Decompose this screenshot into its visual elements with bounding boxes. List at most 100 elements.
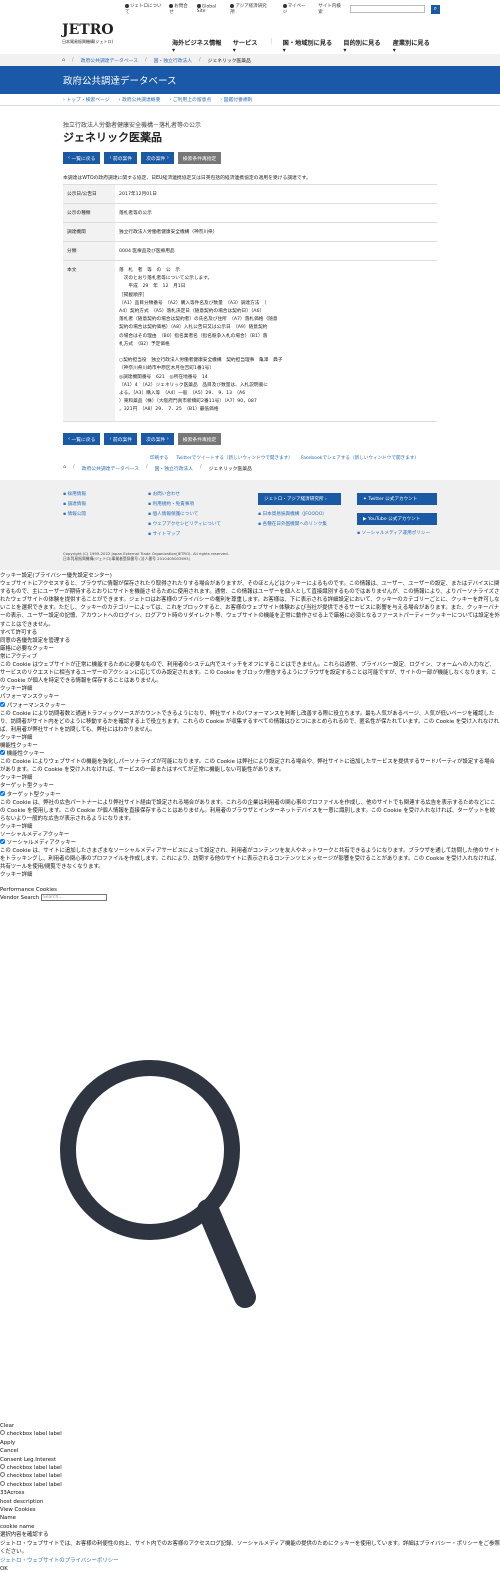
apply-button[interactable]: Apply: [0, 1439, 500, 1447]
table-row: 本文落 札 者 等 の 公 示 次のとおり落札者等について公示します。 平成 2…: [63, 260, 437, 422]
jetro-logo[interactable]: JETRO 日本貿易振興機構(ジェトロ): [62, 22, 132, 48]
table-key: 分類: [63, 242, 115, 260]
allow-all-button[interactable]: すべて許可する: [0, 629, 500, 637]
prev-item-button[interactable]: ‹ 前の案件: [104, 152, 138, 164]
footer-link[interactable]: ▪ 情報公開: [63, 510, 86, 520]
footer-link-label: サイトマップ: [152, 532, 181, 537]
facebook-share-link[interactable]: Facebookでシェアする（新しいウィンドウで開きます）: [301, 455, 419, 461]
site-search-label: サイト内検索: [318, 4, 341, 15]
youtube-account-button[interactable]: ▶ YouTube 公式アカウント: [357, 513, 437, 525]
breadcrumb-link-agency[interactable]: 国・独立行政法人: [154, 57, 192, 64]
name-label: Name: [0, 1515, 16, 1522]
checkbox-label: checkbox label label: [6, 1473, 62, 1480]
strict-cookie-desc: この Cookie はウェブサイトが正常に機能するために必要なもので、利用者のシ…: [0, 662, 497, 685]
print-link[interactable]: 印刷する: [150, 455, 168, 461]
gnav-item-country[interactable]: 国・地域別に見る ▾: [283, 38, 334, 54]
util-ide-link[interactable]: アジア経済研究所: [230, 3, 268, 15]
footer-link[interactable]: ▪ ウェブアクセシビリティについて: [148, 520, 221, 530]
footer-link[interactable]: ▪ サイトマップ: [148, 530, 221, 540]
perf-cookie-desc: この Cookie により訪問者数と通過トラフィックソースがカウントできるように…: [0, 710, 500, 733]
site-search-input[interactable]: [349, 5, 425, 13]
func-cookie-checkbox[interactable]: [0, 750, 5, 756]
search-button[interactable]: ⌕: [430, 4, 440, 14]
back-to-list-button[interactable]: ‹ 一覧に戻る: [63, 152, 101, 164]
next-item-button[interactable]: 次の案件 ›: [141, 152, 174, 164]
back-to-list-button[interactable]: ‹ 一覧に戻る: [63, 433, 101, 445]
button-label: 次の案件: [146, 437, 166, 443]
social-cookie-desc: この Cookie は、サイトに追加したさまざまなソーシャルメディアサービスによ…: [0, 848, 500, 871]
breadcrumb-link-db[interactable]: 政府公共調達データベース: [82, 465, 139, 472]
cookie-details-link[interactable]: クッキー詳細: [0, 871, 500, 879]
footer-link[interactable]: ▪ 各種在日外国機関へのリンク集: [258, 520, 327, 530]
breadcrumb: ⌂ / 政府公共調達データベース / 国・独立行政法人 / ジェネリック医薬品: [0, 54, 500, 66]
gnav-item-service[interactable]: サービス ▾: [232, 38, 261, 54]
cookie-details-link[interactable]: クッキー詳細: [0, 774, 500, 782]
ok-button[interactable]: OK: [0, 1565, 500, 1573]
next-item-button[interactable]: 次の案件 ›: [141, 433, 174, 445]
twitter-share-link[interactable]: Twitterでツイートする（新しいウィンドウで開きます）: [176, 455, 292, 461]
util-contact-link[interactable]: お問合せ: [169, 3, 191, 15]
gnav-label: サービス: [232, 40, 258, 47]
footer-link[interactable]: ▪ お問い合わせ: [148, 490, 221, 500]
func-cookie-desc: この Cookie によりウェブサイトの機能を強化しパーソナライズが可能になりま…: [0, 759, 495, 774]
cookie-intro: ウェブサイトにアクセスすると、ブラウザに情報が保存されたり取得されたりする場合が…: [0, 581, 500, 628]
separator: /: [145, 57, 147, 63]
prev-item-button[interactable]: ‹ 前の案件: [104, 433, 138, 445]
footer-link[interactable]: ▪ 採用情報: [63, 490, 86, 500]
subnav-top[interactable]: › トップ・検索ページ: [63, 96, 110, 103]
footer-link[interactable]: ▪ 個人情報保護について: [148, 510, 221, 520]
breadcrumb-current: ジェネリック医薬品: [207, 58, 251, 64]
wto-notice: 本調達はWTOの政府調達に関する協定、日EU経済連携協定又は日英包括的経済連携協…: [63, 176, 311, 181]
globe-icon: [196, 3, 201, 8]
footer-link[interactable]: ▪ 日本貿易振興機構（JFOODO）: [258, 510, 327, 520]
view-cookies-link[interactable]: View Cookies: [0, 1506, 500, 1514]
cookie-details-link[interactable]: クッキー詳細: [0, 734, 500, 742]
home-icon[interactable]: ⌂: [62, 58, 65, 63]
util-about-link[interactable]: ジェトロについて: [125, 3, 163, 15]
util-global-link[interactable]: Global Site: [196, 3, 225, 14]
subnav-label: トップ・検索ページ: [66, 98, 110, 103]
vendor-search-input[interactable]: Search...: [40, 893, 107, 901]
twitter-account-button[interactable]: ✦ Twitter 公式アカウント: [357, 493, 437, 505]
footer-link-label: 各種在日外国機関へのリンク集: [262, 522, 327, 527]
clear-button[interactable]: Clear: [0, 1422, 500, 1430]
detail-table: 公示日/公告日 2017年12月01日 公示の種類 落札者等の公示 調達機関 独立行政…: [63, 184, 437, 422]
footer-link-label: 情報公開: [67, 512, 86, 517]
filter-checkbox[interactable]: [0, 1430, 5, 1436]
table-row: 公示の種類 落札者等の公示: [63, 203, 437, 222]
gnav-item-purpose[interactable]: 目的別に見る ▾: [343, 38, 382, 54]
footer-link-label: 採用情報: [67, 492, 86, 497]
target-cookie-checkbox[interactable]: [0, 790, 5, 796]
research-button[interactable]: 検索条件再指定: [177, 433, 222, 445]
ide-button[interactable]: ジェトロ・アジア経済研究所 ›: [258, 493, 341, 505]
subnav-rules[interactable]: › 図鑑付番規則: [220, 96, 252, 103]
cookie-details-link[interactable]: クッキー詳細: [0, 685, 500, 693]
cookie-details-link[interactable]: クッキー詳細: [0, 823, 500, 831]
cancel-button[interactable]: Cancel: [0, 1447, 500, 1455]
perf-cookie-checkbox[interactable]: [0, 701, 5, 707]
gnav-item-industry[interactable]: 産業別に見る ▾: [393, 38, 432, 54]
home-icon[interactable]: ⌂: [63, 465, 66, 472]
research-button[interactable]: 検索条件再指定: [177, 152, 222, 164]
subnav-notes[interactable]: › ご利用上の留意点: [169, 96, 211, 103]
social-cookie-checkbox[interactable]: [0, 839, 5, 845]
footer-link[interactable]: ▪ 調達情報: [63, 500, 86, 510]
subnav-overview[interactable]: › 政府公共調達概要: [119, 96, 161, 103]
target-cookie-label: ターゲット型クッキー: [6, 791, 61, 798]
footer-link[interactable]: ▪ 利用規約・免責事項: [148, 500, 221, 510]
target-cookie-desc: この Cookie は、弊社の広告パートナーにより弊社サイト経由で設定される場合…: [0, 799, 496, 822]
consent-checkbox[interactable]: [0, 1464, 5, 1470]
consent-checkbox[interactable]: [0, 1472, 5, 1478]
footer-social-policy[interactable]: ▪ ソーシャルメディア運用ポリシー: [357, 529, 430, 539]
utility-bar: ジェトロについて お問合せ Global Site アジア経済研究所 マイページ…: [125, 3, 440, 15]
confirm-selection-button[interactable]: 選択内容を確認する: [0, 1531, 500, 1539]
gnav-item-overseas[interactable]: 海外ビジネス情報 ▾: [172, 38, 223, 54]
breadcrumb-link-agency[interactable]: 国・独立行政法人: [155, 465, 193, 472]
consent-checkbox[interactable]: [0, 1480, 5, 1486]
vendor-name: 33Across: [0, 1490, 25, 1497]
vendor-search-label: Vendor Search: [0, 894, 40, 901]
subnav-label: 図鑑付番規則: [223, 98, 253, 103]
separator: /: [200, 465, 202, 470]
breadcrumb-link-db[interactable]: 政府公共調達データベース: [81, 57, 138, 64]
util-mypage-link[interactable]: マイページ: [282, 3, 309, 15]
